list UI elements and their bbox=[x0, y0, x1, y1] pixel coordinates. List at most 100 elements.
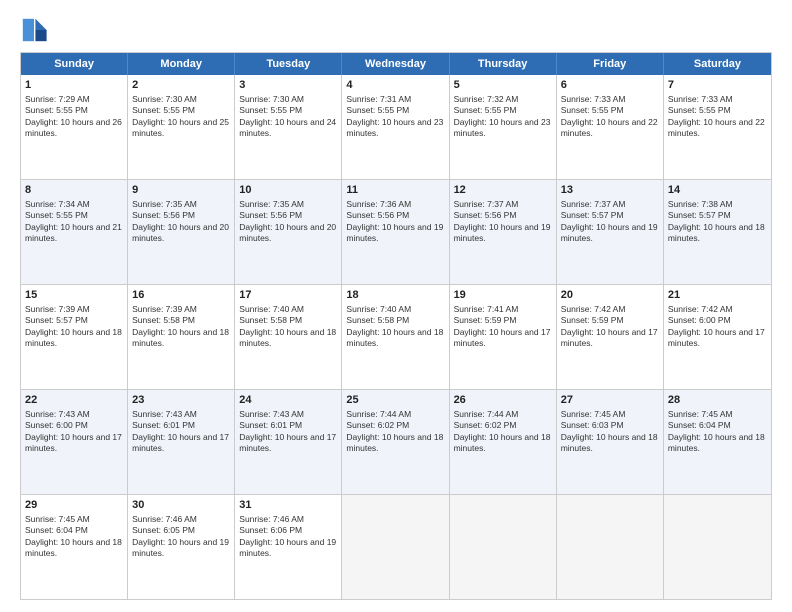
header-day-tuesday: Tuesday bbox=[235, 53, 342, 75]
day-number: 3 bbox=[239, 78, 337, 93]
day-number: 12 bbox=[454, 183, 552, 198]
day-info: Sunrise: 7:37 AM Sunset: 5:56 PM Dayligh… bbox=[454, 199, 552, 245]
calendar-week-4: 22Sunrise: 7:43 AM Sunset: 6:00 PM Dayli… bbox=[21, 390, 771, 495]
day-number: 8 bbox=[25, 183, 123, 198]
calendar-cell: 27Sunrise: 7:45 AM Sunset: 6:03 PM Dayli… bbox=[557, 390, 664, 494]
header-day-monday: Monday bbox=[128, 53, 235, 75]
day-info: Sunrise: 7:30 AM Sunset: 5:55 PM Dayligh… bbox=[239, 94, 337, 140]
calendar-cell bbox=[664, 495, 771, 599]
day-info: Sunrise: 7:37 AM Sunset: 5:57 PM Dayligh… bbox=[561, 199, 659, 245]
day-info: Sunrise: 7:39 AM Sunset: 5:57 PM Dayligh… bbox=[25, 304, 123, 350]
calendar-cell: 13Sunrise: 7:37 AM Sunset: 5:57 PM Dayli… bbox=[557, 180, 664, 284]
day-info: Sunrise: 7:40 AM Sunset: 5:58 PM Dayligh… bbox=[346, 304, 444, 350]
calendar-cell: 28Sunrise: 7:45 AM Sunset: 6:04 PM Dayli… bbox=[664, 390, 771, 494]
day-number: 11 bbox=[346, 183, 444, 198]
day-info: Sunrise: 7:30 AM Sunset: 5:55 PM Dayligh… bbox=[132, 94, 230, 140]
day-number: 5 bbox=[454, 78, 552, 93]
day-info: Sunrise: 7:34 AM Sunset: 5:55 PM Dayligh… bbox=[25, 199, 123, 245]
calendar-cell: 18Sunrise: 7:40 AM Sunset: 5:58 PM Dayli… bbox=[342, 285, 449, 389]
calendar-cell bbox=[342, 495, 449, 599]
day-number: 29 bbox=[25, 498, 123, 513]
calendar-cell: 21Sunrise: 7:42 AM Sunset: 6:00 PM Dayli… bbox=[664, 285, 771, 389]
header-day-wednesday: Wednesday bbox=[342, 53, 449, 75]
calendar-cell: 5Sunrise: 7:32 AM Sunset: 5:55 PM Daylig… bbox=[450, 75, 557, 179]
calendar-cell: 6Sunrise: 7:33 AM Sunset: 5:55 PM Daylig… bbox=[557, 75, 664, 179]
day-info: Sunrise: 7:45 AM Sunset: 6:03 PM Dayligh… bbox=[561, 409, 659, 455]
day-number: 31 bbox=[239, 498, 337, 513]
day-info: Sunrise: 7:39 AM Sunset: 5:58 PM Dayligh… bbox=[132, 304, 230, 350]
calendar-cell: 26Sunrise: 7:44 AM Sunset: 6:02 PM Dayli… bbox=[450, 390, 557, 494]
day-info: Sunrise: 7:45 AM Sunset: 6:04 PM Dayligh… bbox=[25, 514, 123, 560]
day-number: 6 bbox=[561, 78, 659, 93]
day-info: Sunrise: 7:42 AM Sunset: 6:00 PM Dayligh… bbox=[668, 304, 767, 350]
day-number: 22 bbox=[25, 393, 123, 408]
day-number: 17 bbox=[239, 288, 337, 303]
day-info: Sunrise: 7:44 AM Sunset: 6:02 PM Dayligh… bbox=[454, 409, 552, 455]
day-number: 25 bbox=[346, 393, 444, 408]
calendar-cell: 25Sunrise: 7:44 AM Sunset: 6:02 PM Dayli… bbox=[342, 390, 449, 494]
calendar-cell: 31Sunrise: 7:46 AM Sunset: 6:06 PM Dayli… bbox=[235, 495, 342, 599]
day-info: Sunrise: 7:33 AM Sunset: 5:55 PM Dayligh… bbox=[561, 94, 659, 140]
calendar-cell: 8Sunrise: 7:34 AM Sunset: 5:55 PM Daylig… bbox=[21, 180, 128, 284]
day-info: Sunrise: 7:31 AM Sunset: 5:55 PM Dayligh… bbox=[346, 94, 444, 140]
day-info: Sunrise: 7:35 AM Sunset: 5:56 PM Dayligh… bbox=[132, 199, 230, 245]
day-info: Sunrise: 7:45 AM Sunset: 6:04 PM Dayligh… bbox=[668, 409, 767, 455]
day-info: Sunrise: 7:46 AM Sunset: 6:05 PM Dayligh… bbox=[132, 514, 230, 560]
day-info: Sunrise: 7:43 AM Sunset: 6:01 PM Dayligh… bbox=[239, 409, 337, 455]
calendar-cell: 14Sunrise: 7:38 AM Sunset: 5:57 PM Dayli… bbox=[664, 180, 771, 284]
calendar-header: SundayMondayTuesdayWednesdayThursdayFrid… bbox=[21, 53, 771, 75]
calendar-week-2: 8Sunrise: 7:34 AM Sunset: 5:55 PM Daylig… bbox=[21, 180, 771, 285]
day-info: Sunrise: 7:35 AM Sunset: 5:56 PM Dayligh… bbox=[239, 199, 337, 245]
logo bbox=[20, 16, 51, 44]
calendar-cell: 16Sunrise: 7:39 AM Sunset: 5:58 PM Dayli… bbox=[128, 285, 235, 389]
header-day-sunday: Sunday bbox=[21, 53, 128, 75]
day-number: 20 bbox=[561, 288, 659, 303]
calendar-cell: 10Sunrise: 7:35 AM Sunset: 5:56 PM Dayli… bbox=[235, 180, 342, 284]
day-number: 16 bbox=[132, 288, 230, 303]
day-number: 30 bbox=[132, 498, 230, 513]
calendar-cell: 20Sunrise: 7:42 AM Sunset: 5:59 PM Dayli… bbox=[557, 285, 664, 389]
calendar-body: 1Sunrise: 7:29 AM Sunset: 5:55 PM Daylig… bbox=[21, 75, 771, 599]
header bbox=[20, 16, 772, 44]
calendar: SundayMondayTuesdayWednesdayThursdayFrid… bbox=[20, 52, 772, 600]
logo-icon bbox=[20, 16, 48, 44]
calendar-cell: 4Sunrise: 7:31 AM Sunset: 5:55 PM Daylig… bbox=[342, 75, 449, 179]
calendar-cell: 17Sunrise: 7:40 AM Sunset: 5:58 PM Dayli… bbox=[235, 285, 342, 389]
day-number: 1 bbox=[25, 78, 123, 93]
day-info: Sunrise: 7:32 AM Sunset: 5:55 PM Dayligh… bbox=[454, 94, 552, 140]
day-info: Sunrise: 7:38 AM Sunset: 5:57 PM Dayligh… bbox=[668, 199, 767, 245]
calendar-week-5: 29Sunrise: 7:45 AM Sunset: 6:04 PM Dayli… bbox=[21, 495, 771, 599]
day-number: 7 bbox=[668, 78, 767, 93]
day-number: 21 bbox=[668, 288, 767, 303]
day-number: 13 bbox=[561, 183, 659, 198]
calendar-cell: 23Sunrise: 7:43 AM Sunset: 6:01 PM Dayli… bbox=[128, 390, 235, 494]
calendar-cell bbox=[557, 495, 664, 599]
calendar-cell: 12Sunrise: 7:37 AM Sunset: 5:56 PM Dayli… bbox=[450, 180, 557, 284]
day-info: Sunrise: 7:29 AM Sunset: 5:55 PM Dayligh… bbox=[25, 94, 123, 140]
calendar-cell: 29Sunrise: 7:45 AM Sunset: 6:04 PM Dayli… bbox=[21, 495, 128, 599]
calendar-cell: 9Sunrise: 7:35 AM Sunset: 5:56 PM Daylig… bbox=[128, 180, 235, 284]
day-info: Sunrise: 7:33 AM Sunset: 5:55 PM Dayligh… bbox=[668, 94, 767, 140]
day-info: Sunrise: 7:40 AM Sunset: 5:58 PM Dayligh… bbox=[239, 304, 337, 350]
header-day-thursday: Thursday bbox=[450, 53, 557, 75]
day-number: 9 bbox=[132, 183, 230, 198]
calendar-cell: 15Sunrise: 7:39 AM Sunset: 5:57 PM Dayli… bbox=[21, 285, 128, 389]
day-number: 28 bbox=[668, 393, 767, 408]
calendar-cell: 3Sunrise: 7:30 AM Sunset: 5:55 PM Daylig… bbox=[235, 75, 342, 179]
day-number: 27 bbox=[561, 393, 659, 408]
calendar-cell: 1Sunrise: 7:29 AM Sunset: 5:55 PM Daylig… bbox=[21, 75, 128, 179]
day-number: 4 bbox=[346, 78, 444, 93]
calendar-cell: 2Sunrise: 7:30 AM Sunset: 5:55 PM Daylig… bbox=[128, 75, 235, 179]
day-number: 15 bbox=[25, 288, 123, 303]
day-number: 10 bbox=[239, 183, 337, 198]
day-info: Sunrise: 7:42 AM Sunset: 5:59 PM Dayligh… bbox=[561, 304, 659, 350]
calendar-week-1: 1Sunrise: 7:29 AM Sunset: 5:55 PM Daylig… bbox=[21, 75, 771, 180]
day-number: 26 bbox=[454, 393, 552, 408]
day-info: Sunrise: 7:46 AM Sunset: 6:06 PM Dayligh… bbox=[239, 514, 337, 560]
calendar-cell: 7Sunrise: 7:33 AM Sunset: 5:55 PM Daylig… bbox=[664, 75, 771, 179]
calendar-week-3: 15Sunrise: 7:39 AM Sunset: 5:57 PM Dayli… bbox=[21, 285, 771, 390]
calendar-cell bbox=[450, 495, 557, 599]
day-info: Sunrise: 7:44 AM Sunset: 6:02 PM Dayligh… bbox=[346, 409, 444, 455]
day-info: Sunrise: 7:43 AM Sunset: 6:00 PM Dayligh… bbox=[25, 409, 123, 455]
day-number: 18 bbox=[346, 288, 444, 303]
